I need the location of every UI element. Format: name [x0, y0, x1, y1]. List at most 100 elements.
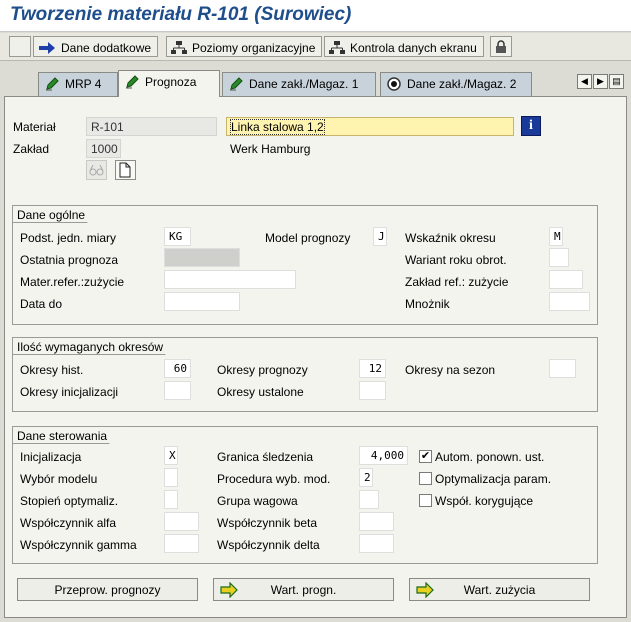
fiscal-year-variant-field[interactable] [549, 248, 569, 267]
window-title-bar: Tworzenie materiału R-101 (Surowiec) [0, 0, 631, 32]
selection-procedure-label: Procedura wyb. mod. [217, 472, 331, 486]
document-icon [119, 162, 131, 178]
optimization-level-field[interactable] [164, 490, 178, 509]
document-button[interactable] [115, 160, 136, 180]
auto-reset-label: Autom. ponown. ust. [435, 450, 545, 464]
date-to-field[interactable] [164, 292, 240, 311]
alpha-factor-field[interactable] [164, 512, 199, 531]
material-field[interactable]: R-101 [86, 117, 217, 136]
season-periods-field[interactable] [549, 359, 576, 378]
window-title: Tworzenie materiału R-101 (Surowiec) [10, 4, 352, 25]
info-icon[interactable]: i [521, 116, 541, 136]
fixed-periods-field[interactable] [359, 381, 386, 400]
tab-mrp4-label: MRP 4 [65, 77, 102, 91]
hist-periods-field[interactable]: 60 [164, 359, 191, 378]
plant-description: Werk Hamburg [230, 142, 311, 156]
kontrola-danych-button[interactable]: Kontrola danych ekranu [324, 36, 484, 57]
ref-material-field[interactable] [164, 270, 296, 289]
param-optimization-checkbox[interactable] [419, 472, 432, 485]
forecast-values-button[interactable]: Wart. progn. [213, 578, 394, 601]
glasses-icon [89, 164, 104, 176]
lock-button[interactable] [490, 36, 512, 57]
correction-factor-checkbox[interactable] [419, 494, 432, 507]
tracking-limit-label: Granica śledzenia [217, 450, 314, 464]
plant-field[interactable]: 1000 [86, 139, 121, 158]
model-selection-field[interactable] [164, 468, 178, 487]
tab-list-button[interactable]: ▤ [609, 74, 624, 89]
material-description-text: Linka stalowa 1,2 [230, 119, 325, 135]
tab-scroll-left-button[interactable]: ◀ [577, 74, 592, 89]
poziomy-organizacyjne-button[interactable]: Poziomy organizacyjne [166, 36, 323, 57]
forecast-values-label: Wart. progn. [270, 583, 337, 597]
tab-dane-zakl-1[interactable]: Dane zakł./Magaz. 1 [222, 72, 376, 96]
material-description-field[interactable]: Linka stalowa 1,2 [226, 117, 514, 136]
tab-prognoza[interactable]: Prognoza [118, 70, 220, 97]
model-selection-label: Wybór modelu [20, 472, 98, 486]
group-okresy-title: Ilość wymaganych okresów [12, 337, 177, 355]
radio-target-icon [387, 77, 401, 91]
run-forecast-label: Przeprow. prognozy [54, 583, 161, 597]
application-toolbar: Dane dodatkowe Poziomy organizacyjne Kon… [0, 33, 631, 61]
group-dane-sterowania-title: Dane sterowania [12, 426, 121, 444]
tab-dane-zakl-2-label: Dane zakł./Magaz. 2 [407, 77, 517, 91]
org-structure-icon [329, 40, 345, 54]
weighting-group-label: Grupa wagowa [217, 494, 298, 508]
gamma-factor-label: Współczynnik gamma [20, 538, 137, 552]
run-forecast-button[interactable]: Przeprow. prognozy [17, 578, 198, 601]
org-structure-icon [171, 40, 187, 54]
ref-plant-field[interactable] [549, 270, 583, 289]
hist-periods-label: Okresy hist. [20, 363, 84, 377]
gamma-factor-field[interactable] [164, 534, 199, 553]
blank-button[interactable] [9, 36, 31, 57]
delta-factor-field[interactable] [359, 534, 394, 553]
weighting-group-field[interactable] [359, 490, 379, 509]
alpha-factor-label: Współczynnik alfa [20, 516, 117, 530]
forecast-periods-field[interactable]: 12 [359, 359, 386, 378]
base-uom-label: Podst. jedn. miary [20, 231, 117, 245]
forecast-model-label: Model prognozy [265, 231, 351, 245]
consumption-values-button[interactable]: Wart. zużycia [409, 578, 590, 601]
init-periods-label: Okresy inicjalizacji [20, 385, 119, 399]
org-levels-disabled-button[interactable] [86, 160, 107, 180]
last-forecast-field [164, 248, 240, 267]
tab-strip: MRP 4 Prognoza Dane zakł./Magaz. 1 Dane … [0, 68, 631, 97]
initialization-field[interactable]: X [164, 446, 178, 465]
dane-dodatkowe-label: Dane dodatkowe [61, 40, 152, 55]
edit-pencil-icon [46, 77, 59, 91]
tab-prognoza-label: Prognoza [145, 75, 197, 89]
plant-label: Zakład [13, 142, 50, 156]
season-periods-label: Okresy na sezon [405, 363, 496, 377]
period-indicator-field[interactable]: M [549, 227, 563, 246]
forecast-periods-label: Okresy prognozy [217, 363, 308, 377]
ref-plant-label: Zakład ref.: zużycie [405, 275, 509, 289]
kontrola-label: Kontrola danych ekranu [350, 40, 477, 55]
arrow-right-icon [220, 582, 238, 598]
selection-procedure-field[interactable]: 2 [359, 468, 373, 487]
material-label: Materiał [13, 120, 56, 134]
multiplier-field[interactable] [549, 292, 590, 311]
date-to-label: Data do [20, 297, 63, 311]
group-dane-ogolne-title: Dane ogólne [12, 205, 99, 223]
tab-dane-zakl-1-label: Dane zakł./Magaz. 1 [249, 77, 359, 91]
edit-pencil-icon [126, 75, 139, 89]
auto-reset-checkbox[interactable]: ✔ [419, 450, 432, 463]
tab-scroll-right-button[interactable]: ▶ [593, 74, 608, 89]
param-optimization-label: Optymalizacja param. [435, 472, 552, 486]
forecast-model-field[interactable]: J [373, 227, 387, 246]
multiplier-label: Mnożnik [405, 297, 450, 311]
beta-factor-field[interactable] [359, 512, 394, 531]
last-forecast-label: Ostatnia prognoza [20, 253, 119, 267]
arrow-right-icon [39, 41, 55, 54]
dane-dodatkowe-button[interactable]: Dane dodatkowe [33, 36, 159, 57]
base-uom-field[interactable]: KG [164, 227, 191, 246]
tracking-limit-field[interactable]: 4,000 [359, 446, 408, 465]
tab-dane-zakl-2[interactable]: Dane zakł./Magaz. 2 [380, 72, 532, 96]
delta-factor-label: Współczynnik delta [217, 538, 320, 552]
lock-icon [496, 39, 506, 53]
tab-mrp4[interactable]: MRP 4 [38, 72, 118, 96]
fiscal-year-variant-label: Wariant roku obrot. [405, 253, 507, 267]
arrow-right-icon [416, 582, 434, 598]
ref-material-label: Mater.refer.:zużycie [20, 275, 125, 289]
period-indicator-label: Wskaźnik okresu [405, 231, 496, 245]
init-periods-field[interactable] [164, 381, 191, 400]
